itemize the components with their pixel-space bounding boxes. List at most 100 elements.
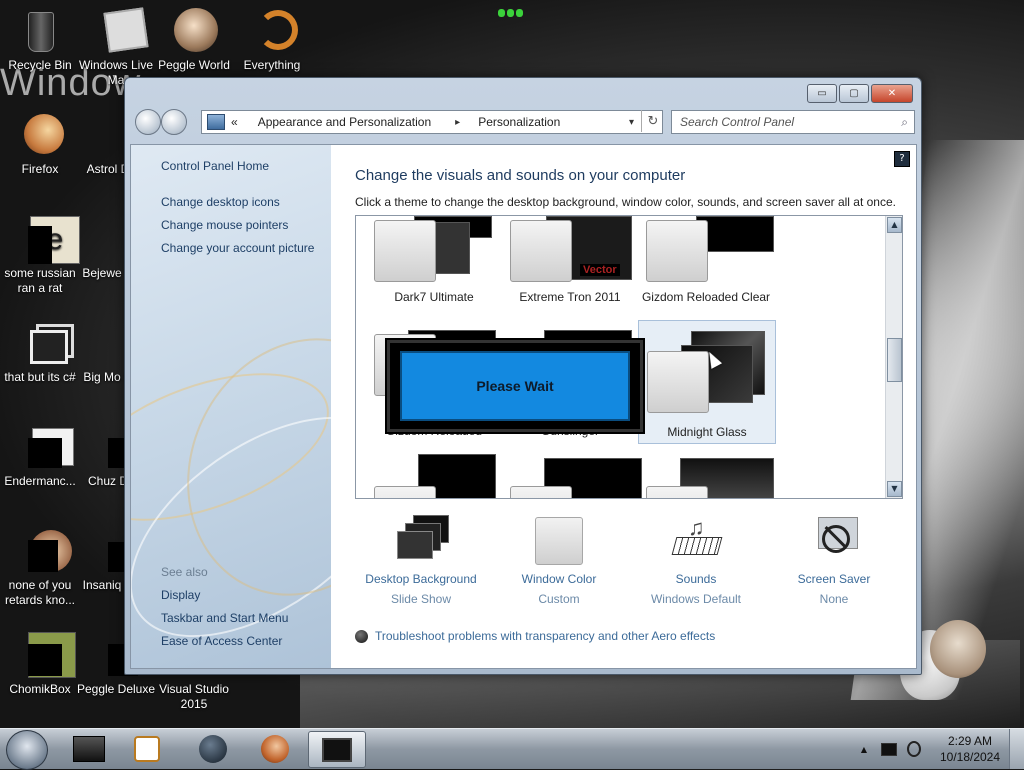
theme-list-scrollbar[interactable]: ▲ ▼ (885, 216, 902, 498)
system-tray: ▲ 2:29 AM 10/18/2024 (861, 729, 1024, 769)
desktop-icon-peggle-world[interactable]: Peggle World (154, 8, 234, 73)
page-title: Change the visuals and sounds on your co… (355, 167, 686, 184)
theme-list-item[interactable] (638, 454, 774, 498)
taskbar-app-media-player[interactable] (122, 731, 172, 766)
theme-thumbnail (646, 454, 774, 498)
theme-badge: Vector (580, 264, 620, 276)
control-panel-window: ▭ ▢ ✕ « Appearance and Personalization ▸… (124, 77, 922, 675)
theme-thumbnail (374, 454, 496, 498)
windows-live-icon (92, 7, 149, 56)
search-icon[interactable]: ⌕ (901, 115, 908, 130)
desktop-icon-everything[interactable]: Everything (232, 8, 312, 73)
desktop-icon-recycle-bin[interactable]: Recycle Bin (0, 8, 80, 73)
see-also-heading: See also (161, 565, 208, 579)
recycle-bin-icon (16, 8, 64, 56)
chomikbox-icon (16, 632, 76, 680)
scrollbar-thumb[interactable] (887, 338, 902, 382)
breadcrumb-personalization[interactable]: Personalization (478, 115, 560, 129)
firefox-icon (16, 112, 64, 160)
taskbar-app-explorer[interactable] (64, 731, 114, 766)
clock-date: 10/18/2024 (939, 750, 1001, 764)
display-link[interactable]: Display (161, 588, 200, 602)
address-chevron[interactable]: « (231, 115, 238, 129)
breadcrumb-appearance[interactable]: Appearance and Personalization (258, 115, 431, 129)
window-color-setting[interactable]: Window Color Custom (489, 515, 629, 609)
refresh-button[interactable]: ↻ (641, 110, 664, 132)
sidebar: Control Panel Home Change desktop icons … (131, 145, 331, 668)
theme-dark7-ultimate[interactable]: Dark7 Ultimate (366, 216, 502, 305)
scroll-up-button[interactable]: ▲ (887, 217, 902, 233)
theme-gizdom-reloaded-clear[interactable]: Gizdom Reloaded Clear (638, 216, 774, 305)
search-icon (248, 8, 298, 56)
breadcrumb-separator-icon[interactable]: ▸ (455, 117, 460, 128)
clock-time: 2:29 AM (947, 734, 993, 748)
help-icon[interactable]: ? (894, 151, 910, 167)
monitor-icon[interactable] (881, 742, 897, 756)
theme-thumbnail (374, 216, 494, 282)
close-button[interactable]: ✕ (871, 84, 913, 103)
search-input[interactable]: Search Control Panel ⌕ (671, 110, 915, 134)
window-color-icon (533, 515, 585, 565)
theme-thumbnail (510, 454, 642, 498)
control-panel-home-link[interactable]: Control Panel Home (161, 159, 269, 173)
maximize-button[interactable]: ▢ (839, 84, 869, 103)
desktop-icon-endermanch[interactable]: Endermanc... (0, 424, 80, 489)
theme-thumbnail (646, 216, 774, 282)
media-player-icon (134, 735, 160, 762)
sounds-setting[interactable]: ♫ Sounds Windows Default (626, 515, 766, 609)
firefox-icon (261, 734, 289, 763)
title-buttons: ▭ ▢ ✕ (805, 84, 913, 103)
change-mouse-pointers-link[interactable]: Change mouse pointers (161, 218, 288, 232)
app-icon (16, 528, 72, 576)
address-dropdown-icon[interactable]: ▾ (629, 117, 634, 128)
folder-icon (73, 735, 105, 762)
theme-list-item[interactable] (502, 454, 642, 498)
back-button[interactable] (135, 109, 161, 135)
theme-settings: Desktop Background Slide Show Window Col… (355, 515, 895, 615)
change-account-picture-link[interactable]: Change your account picture (161, 241, 314, 255)
start-button[interactable] (6, 730, 48, 770)
troubleshoot-link[interactable]: Troubleshoot problems with transparency … (355, 629, 715, 643)
window-color-swatch (510, 486, 572, 498)
globe-icon (199, 734, 227, 763)
taskbar: ▲ 2:29 AM 10/18/2024 (0, 728, 1024, 770)
window-color-swatch (510, 220, 572, 282)
desktop-icon-firefox[interactable]: Firefox (0, 112, 80, 177)
taskbar-app-firefox[interactable] (250, 731, 300, 766)
show-desktop-button[interactable] (1009, 729, 1024, 769)
page-description: Click a theme to change the desktop back… (355, 195, 896, 209)
control-panel-icon (322, 737, 352, 762)
window-client-area: Control Panel Home Change desktop icons … (130, 144, 917, 669)
desktop-icon-csharp[interactable]: that but its c# (0, 320, 80, 385)
taskbar-start-menu-link[interactable]: Taskbar and Start Menu (161, 611, 288, 625)
desktop-background-setting[interactable]: Desktop Background Slide Show (351, 515, 491, 609)
desktop-icon-chomikbox[interactable]: ChomikBox (0, 632, 80, 697)
desktop-icon-windows-live[interactable]: Windows Live Ma (76, 7, 156, 88)
scroll-down-button[interactable]: ▼ (887, 481, 902, 497)
desktop-background-icon (395, 515, 449, 565)
theme-midnight-glass[interactable]: Midnight Glass (638, 320, 776, 444)
ease-of-access-link[interactable]: Ease of Access Center (161, 634, 282, 648)
sounds-icon: ♫ (670, 515, 723, 565)
minimize-button[interactable]: ▭ (807, 84, 837, 103)
show-hidden-icons-button[interactable]: ▲ (861, 745, 867, 754)
taskbar-app-control-panel[interactable] (308, 731, 366, 768)
theme-extreme-tron-2011[interactable]: Vector Extreme Tron 2011 (502, 216, 638, 305)
navigation-bar: « Appearance and Personalization ▸ Perso… (133, 109, 915, 135)
desktop-icon-none-of-you[interactable]: none of you retards kno... (0, 528, 80, 608)
theme-thumbnail: Vector (510, 216, 632, 282)
search-placeholder: Search Control Panel (680, 115, 795, 129)
forward-button[interactable] (161, 109, 187, 135)
theme-list-item[interactable] (366, 454, 502, 498)
window-color-swatch (374, 486, 436, 498)
main-content: ? Change the visuals and sounds on your … (331, 145, 916, 668)
file-icon: e (16, 216, 80, 264)
window-color-swatch (646, 486, 708, 498)
taskbar-app-globe[interactable] (188, 731, 238, 766)
desktop-icon-russian-rat[interactable]: e some russian ran a rat (0, 216, 80, 296)
address-bar[interactable]: « Appearance and Personalization ▸ Perso… (201, 110, 663, 134)
clock[interactable]: 2:29 AM 10/18/2024 (931, 733, 1009, 765)
screen-saver-setting[interactable]: Screen Saver None (764, 515, 904, 609)
change-desktop-icons-link[interactable]: Change desktop icons (161, 195, 280, 209)
volume-icon[interactable] (907, 741, 921, 757)
